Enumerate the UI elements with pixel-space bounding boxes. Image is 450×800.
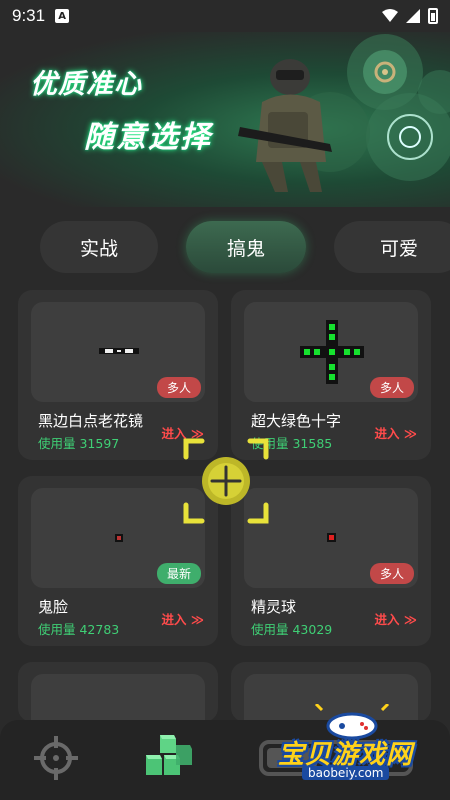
crosshair-card[interactable] bbox=[18, 662, 218, 774]
wifi-icon bbox=[382, 9, 398, 22]
badge-multiplayer: 多人 bbox=[369, 563, 414, 584]
tab-shizhan[interactable]: 实战 bbox=[40, 221, 158, 273]
status-time: 9:31 bbox=[12, 6, 46, 25]
crosshair-name: 黑边白点老花镜 bbox=[38, 412, 144, 430]
crosshair-preview: 最新 bbox=[31, 488, 205, 588]
crosshair-preview: 多人 bbox=[244, 488, 418, 588]
promo-banner[interactable]: 优质准心 随意选择 bbox=[0, 32, 450, 207]
tab-gaogui[interactable]: 搞鬼 bbox=[186, 221, 306, 273]
site-watermark: 宝贝游戏网 baobeiy.com bbox=[272, 704, 432, 784]
status-bar: 9:31 A bbox=[0, 0, 450, 32]
watermark-url: baobeiy.com bbox=[302, 766, 390, 780]
crosshair-preview: 多人 bbox=[31, 302, 205, 402]
usage-count: 使用量 31597 bbox=[38, 436, 120, 451]
crosshair-name: 鬼脸 bbox=[38, 598, 69, 616]
enter-button[interactable]: 进入 ≫ bbox=[375, 609, 417, 628]
usage-count: 使用量 42783 bbox=[38, 622, 120, 637]
usage-count: 使用量 43029 bbox=[251, 622, 333, 637]
crosshair-icon bbox=[34, 736, 78, 780]
category-tabs: 实战 搞鬼 可爱 bbox=[0, 221, 450, 273]
cellular-icon bbox=[406, 9, 420, 23]
crosshair-name: 超大绿色十字 bbox=[251, 412, 342, 430]
crosshair-name: 精灵球 bbox=[251, 598, 297, 616]
nav-library[interactable] bbox=[140, 732, 196, 784]
badge-multiplayer: 多人 bbox=[369, 377, 414, 398]
enter-button[interactable]: 进入 ≫ bbox=[162, 609, 204, 628]
crosshair-card[interactable]: 多人 黑边白点老花镜 使用量 31597 进入 ≫ bbox=[18, 290, 218, 460]
floating-crosshair-button[interactable] bbox=[182, 437, 270, 525]
banner-slogan-2: 随意选择 bbox=[84, 120, 212, 155]
battery-icon bbox=[428, 8, 438, 24]
crosshair-card[interactable]: 多人 超大绿色十字 使用量 31585 进入 ≫ bbox=[231, 290, 431, 460]
nav-crosshair[interactable] bbox=[28, 732, 84, 784]
tab-keai[interactable]: 可爱 bbox=[334, 221, 450, 273]
notification-icon: A bbox=[55, 9, 70, 23]
soldier-figure bbox=[238, 59, 332, 192]
banner-artwork bbox=[238, 34, 450, 192]
badge-new: 最新 bbox=[156, 563, 201, 584]
banner-slogan-1: 优质准心 bbox=[30, 69, 142, 100]
enter-button[interactable]: 进入 ≫ bbox=[375, 423, 417, 442]
cubes-icon bbox=[146, 735, 192, 775]
badge-multiplayer: 多人 bbox=[156, 377, 201, 398]
crosshair-preview: 多人 bbox=[244, 302, 418, 402]
